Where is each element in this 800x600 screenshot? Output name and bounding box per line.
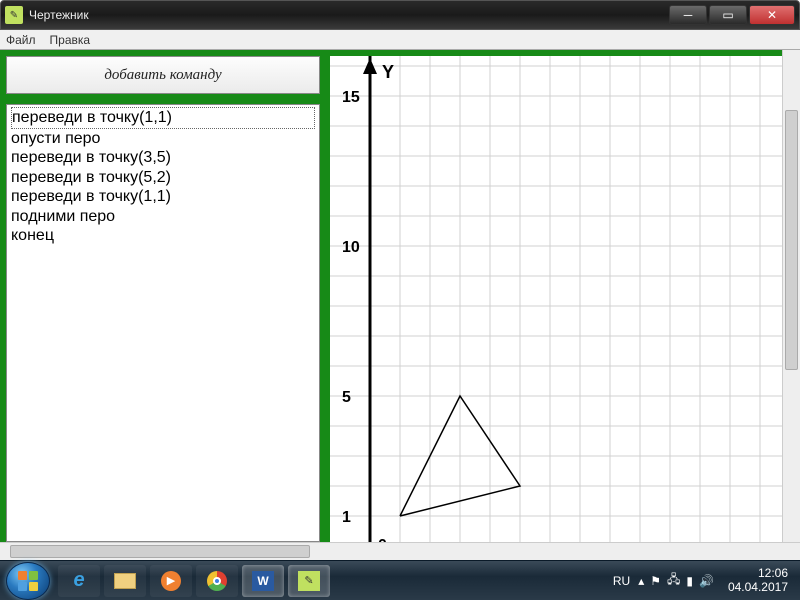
tray-network-icon[interactable]: 🖧	[667, 570, 680, 591]
clock[interactable]: 12:06 04.04.2017	[722, 567, 788, 593]
tray-flag-icon[interactable]: ⚑	[650, 574, 661, 588]
plot-svg: Y0151015510	[330, 56, 790, 542]
add-command-button[interactable]: добавить команду	[6, 56, 320, 94]
command-list[interactable]: переведи в точку(1,1) опусти перо переве…	[6, 104, 320, 542]
taskbar-app-icon[interactable]: ✎	[288, 565, 330, 597]
command-item[interactable]: переведи в точку(1,1)	[11, 107, 315, 129]
client-area: добавить команду переведи в точку(1,1) о…	[0, 50, 800, 560]
svg-text:1: 1	[342, 509, 351, 526]
command-item[interactable]: переведи в точку(5,2)	[11, 168, 315, 188]
clock-date: 04.04.2017	[728, 581, 788, 594]
tray-icons[interactable]: ▴ ⚑ 🖧 ▮ 🔊	[638, 570, 714, 591]
vertical-scrollbar[interactable]	[782, 50, 800, 542]
command-item[interactable]: переведи в точку(3,5)	[11, 148, 315, 168]
taskbar[interactable]: e ▶ W ✎ RU ▴ ⚑ 🖧 ▮ 🔊 12:06 04.04.2017	[0, 560, 800, 600]
drawing-canvas[interactable]: Y0151015510	[326, 56, 800, 542]
taskbar-explorer-icon[interactable]	[104, 565, 146, 597]
system-tray[interactable]: RU ▴ ⚑ 🖧 ▮ 🔊 12:06 04.04.2017	[607, 567, 794, 593]
start-button[interactable]	[6, 562, 50, 600]
svg-text:Y: Y	[382, 62, 394, 82]
taskbar-chrome-icon[interactable]	[196, 565, 238, 597]
menubar: Файл Правка	[0, 30, 800, 50]
command-item[interactable]: подними перо	[11, 207, 315, 227]
command-item[interactable]: опусти перо	[11, 129, 315, 149]
taskbar-ie-icon[interactable]: e	[58, 565, 100, 597]
menu-edit[interactable]: Правка	[50, 33, 91, 47]
window-buttons: ─ ▭ ✕	[667, 5, 795, 25]
svg-text:10: 10	[342, 239, 360, 256]
window-title: Чертежник	[29, 8, 667, 22]
command-item[interactable]: конец	[11, 226, 315, 246]
vscroll-thumb[interactable]	[785, 110, 798, 370]
taskbar-media-icon[interactable]: ▶	[150, 565, 192, 597]
close-button[interactable]: ✕	[749, 5, 795, 25]
command-panel: добавить команду переведи в точку(1,1) о…	[6, 56, 320, 542]
svg-text:15: 15	[342, 89, 360, 106]
command-item[interactable]: переведи в точку(1,1)	[11, 187, 315, 207]
app-icon: ✎	[5, 6, 23, 24]
tray-battery-icon[interactable]: ▮	[686, 574, 693, 588]
clock-time: 12:06	[728, 567, 788, 580]
language-indicator[interactable]: RU	[613, 574, 630, 588]
maximize-button[interactable]: ▭	[709, 5, 747, 25]
tray-up-icon[interactable]: ▴	[638, 574, 644, 588]
tray-volume-icon[interactable]: 🔊	[699, 574, 714, 588]
svg-text:5: 5	[342, 389, 351, 406]
app-window: ✎ Чертежник ─ ▭ ✕ Файл Правка добавить к…	[0, 0, 800, 600]
taskbar-word-icon[interactable]: W	[242, 565, 284, 597]
titlebar[interactable]: ✎ Чертежник ─ ▭ ✕	[0, 0, 800, 30]
hscroll-thumb[interactable]	[10, 545, 310, 558]
menu-file[interactable]: Файл	[6, 33, 36, 47]
workspace: добавить команду переведи в точку(1,1) о…	[0, 50, 800, 542]
horizontal-scrollbar[interactable]	[0, 542, 800, 560]
minimize-button[interactable]: ─	[669, 5, 707, 25]
canvas-viewport: Y0151015510	[330, 56, 800, 542]
